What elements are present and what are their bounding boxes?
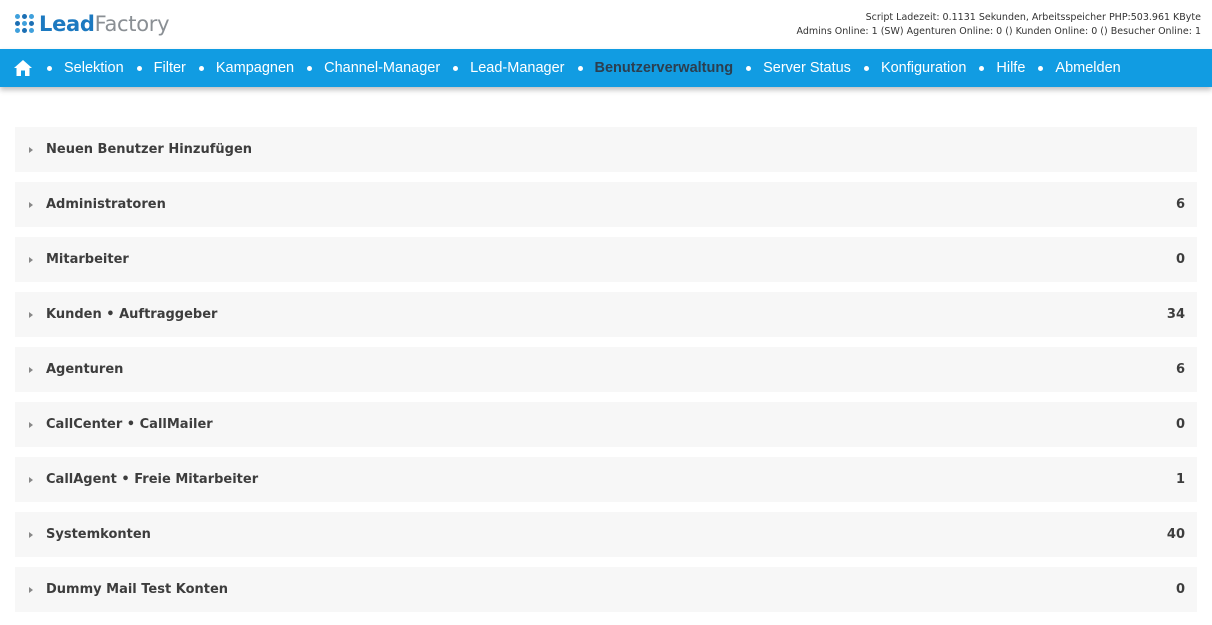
bullet-icon — [863, 65, 869, 71]
caret-right-icon — [29, 311, 33, 318]
section-row[interactable]: Agenturen 6 — [15, 347, 1197, 392]
nav-item-filter[interactable]: Filter — [136, 60, 186, 76]
section-row[interactable]: CallCenter • CallMailer 0 — [15, 402, 1197, 447]
nav-item-label: Filter — [153, 60, 186, 76]
nav-item-benutzerverwaltung[interactable]: Benutzerverwaltung — [577, 60, 734, 76]
section-count: 0 — [1175, 582, 1185, 597]
bullet-icon — [577, 65, 583, 71]
caret-right-icon — [29, 531, 33, 538]
section-count: 6 — [1175, 197, 1185, 212]
nav-item-label: Selektion — [64, 60, 124, 76]
caret-right-icon — [29, 421, 33, 428]
nav-item-label: Konfiguration — [880, 60, 967, 76]
logo-text: LeadFactory — [39, 12, 170, 36]
nav-item-hilfe[interactable]: Hilfe — [979, 60, 1025, 76]
section-row-left: Neuen Benutzer Hinzufügen — [15, 142, 252, 157]
server-stats: Script Ladezeit: 0.1131 Sekunden, Arbeit… — [797, 11, 1201, 39]
bullet-icon — [979, 65, 985, 71]
nav-item-label: Channel-Manager — [324, 60, 441, 76]
section-label: CallAgent • Freie Mitarbeiter — [46, 472, 259, 487]
section-count: 34 — [1166, 307, 1185, 322]
section-row[interactable]: Dummy Mail Test Konten 0 — [15, 567, 1197, 612]
section-label: Systemkonten — [46, 527, 151, 542]
section-label: Neuen Benutzer Hinzufügen — [46, 142, 253, 157]
section-row-left: Kunden • Auftraggeber — [15, 307, 217, 322]
section-row[interactable]: Neuen Benutzer Hinzufügen — [15, 127, 1197, 172]
section-count: 0 — [1175, 417, 1185, 432]
stats-line-load: Script Ladezeit: 0.1131 Sekunden, Arbeit… — [865, 12, 1201, 23]
section-label: CallCenter • CallMailer — [46, 417, 213, 432]
nav-items: Selektion Filter Kampagnen Channel-Manager L… — [47, 60, 1134, 76]
section-label: Agenturen — [46, 362, 124, 377]
logo[interactable]: LeadFactory — [15, 9, 170, 39]
bullet-icon — [307, 65, 313, 71]
section-count: 1 — [1175, 472, 1185, 487]
section-label: Dummy Mail Test Konten — [46, 582, 229, 597]
nav-item-konfiguration[interactable]: Konfiguration — [863, 60, 967, 76]
nav-item-lead-manager[interactable]: Lead-Manager — [453, 60, 565, 76]
main-nav: Selektion Filter Kampagnen Channel-Manager L… — [0, 49, 1212, 87]
nav-item-label: Abmelden — [1055, 60, 1121, 76]
section-row-left: Dummy Mail Test Konten — [15, 582, 228, 597]
caret-right-icon — [29, 586, 33, 593]
section-row-left: CallAgent • Freie Mitarbeiter — [15, 472, 258, 487]
section-count: 6 — [1175, 362, 1185, 377]
caret-right-icon — [29, 256, 33, 263]
section-row[interactable]: Mitarbeiter 0 — [15, 237, 1197, 282]
nav-item-abmelden[interactable]: Abmelden — [1038, 60, 1121, 76]
stats-line-online: Admins Online: 1 (SW) Agenturen Online: … — [796, 26, 1201, 37]
nav-item-channel-manager[interactable]: Channel-Manager — [307, 60, 440, 76]
section-row-left: Administratoren — [15, 197, 166, 212]
section-row[interactable]: Systemkonten 40 — [15, 512, 1197, 557]
section-count: 40 — [1166, 527, 1185, 542]
section-row[interactable]: Administratoren 6 — [15, 182, 1197, 227]
bullet-icon — [453, 65, 459, 71]
bullet-icon — [136, 65, 142, 71]
section-count: 0 — [1175, 252, 1185, 267]
section-label: Administratoren — [46, 197, 166, 212]
bullet-icon — [47, 65, 52, 71]
nav-item-label: Benutzerverwaltung — [594, 60, 734, 76]
nav-item-label: Kampagnen — [215, 60, 295, 76]
nav-item-kampagnen[interactable]: Kampagnen — [198, 60, 295, 76]
section-row-left: Mitarbeiter — [15, 252, 129, 267]
bullet-icon — [746, 65, 752, 71]
caret-right-icon — [29, 366, 33, 373]
caret-right-icon — [29, 146, 33, 153]
caret-right-icon — [29, 201, 33, 208]
user-sections: Neuen Benutzer Hinzufügen Administratoren… — [15, 127, 1197, 622]
section-row-left: CallCenter • CallMailer — [15, 417, 213, 432]
nav-item-label: Hilfe — [996, 60, 1026, 76]
logo-dots-icon — [15, 14, 35, 34]
bullet-icon — [198, 65, 204, 71]
section-row[interactable]: CallAgent • Freie Mitarbeiter 1 — [15, 457, 1197, 502]
home-icon[interactable] — [13, 58, 33, 78]
section-row-left: Systemkonten — [15, 527, 151, 542]
nav-item-selektion[interactable]: Selektion — [47, 60, 124, 76]
nav-item-server-status[interactable]: Server Status — [746, 60, 851, 76]
caret-right-icon — [29, 476, 33, 483]
bullet-icon — [1038, 65, 1044, 71]
nav-item-label: Server Status — [763, 60, 851, 76]
header: LeadFactory Script Ladezeit: 0.1131 Seku… — [0, 0, 1212, 49]
section-label: Kunden • Auftraggeber — [46, 307, 218, 322]
section-label: Mitarbeiter — [46, 252, 129, 267]
section-row-left: Agenturen — [15, 362, 123, 377]
nav-item-label: Lead-Manager — [470, 60, 565, 76]
section-row[interactable]: Kunden • Auftraggeber 34 — [15, 292, 1197, 337]
